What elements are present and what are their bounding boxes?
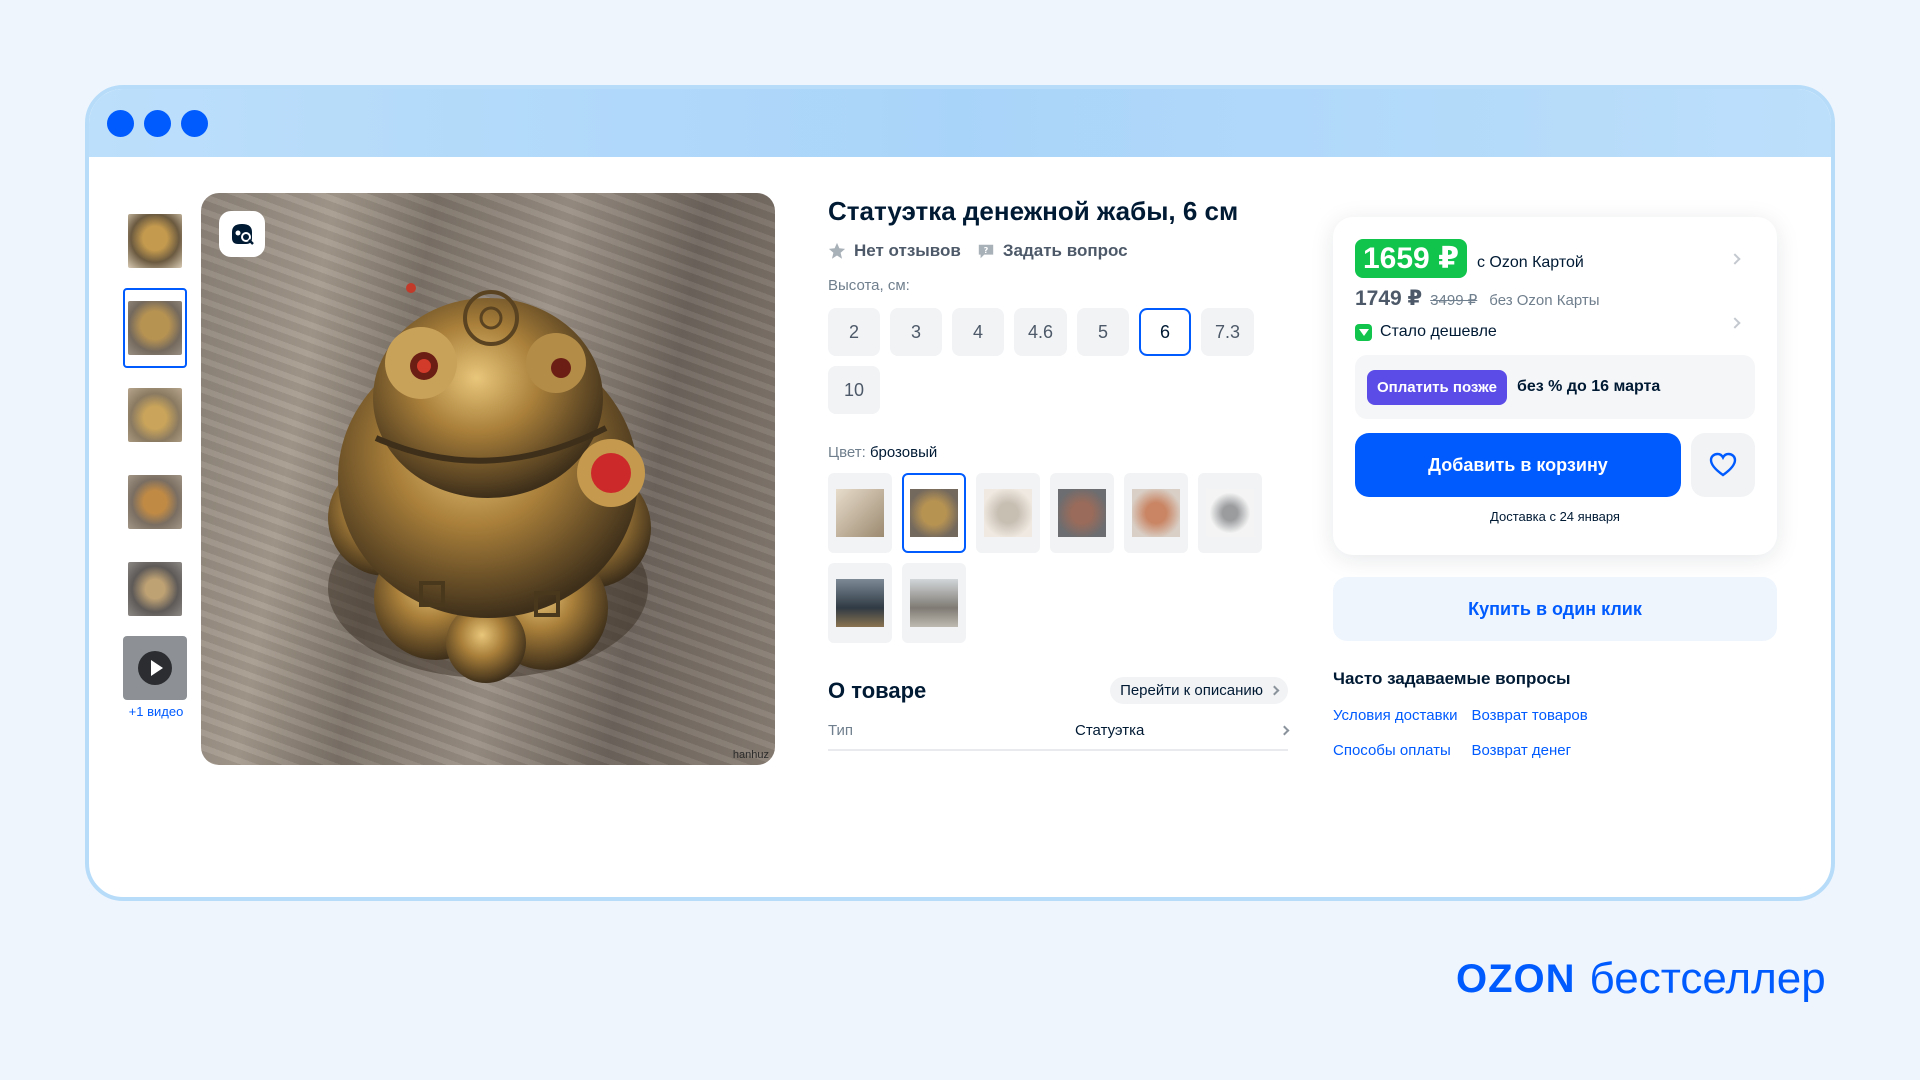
color-swatch-3[interactable] — [976, 473, 1040, 553]
product-info: Статуэтка денежной жабы, 6 см Нет отзыво… — [828, 193, 1293, 751]
about-title: О товаре — [828, 677, 927, 703]
size-option[interactable]: 4 — [952, 308, 1004, 356]
size-option[interactable]: 7.3 — [1201, 308, 1255, 356]
ozon-card-price-row[interactable]: 1659 ₽ с Ozon Картой — [1355, 239, 1755, 278]
color-swatch-1[interactable] — [828, 473, 892, 553]
pay-later-text: без % до 16 марта — [1516, 378, 1661, 395]
color-swatch-5[interactable] — [1124, 473, 1188, 553]
thumbnail-list: +1 видео — [123, 201, 189, 719]
thumbnail-3[interactable] — [123, 375, 187, 455]
faq-link-delivery[interactable]: Условия доставки — [1333, 707, 1457, 724]
video-thumbnail[interactable] — [123, 636, 187, 700]
browser-window: +1 видео hanhuz Статуэтка денежной жабы,… — [85, 85, 1835, 901]
size-option[interactable]: 10 — [828, 366, 880, 414]
color-swatch-6[interactable] — [1198, 473, 1262, 553]
image-search-button[interactable] — [219, 211, 265, 257]
star-icon — [828, 242, 846, 259]
pay-later-block: Оплатить позже без % до 16 марта — [1355, 355, 1755, 419]
go-to-description-button[interactable]: Перейти к описанию — [1110, 677, 1288, 704]
regular-price-caption: без Ozon Карты — [1489, 292, 1600, 309]
thumbnail-1[interactable] — [123, 201, 187, 281]
product-page: +1 видео hanhuz Статуэтка денежной жабы,… — [89, 157, 1831, 897]
price-card: 1659 ₽ с Ozon Картой 1749 ₽ 3499 ₽ без O… — [1333, 217, 1777, 555]
property-key: Тип — [828, 722, 854, 739]
faq-title: Часто задаваемые вопросы — [1333, 669, 1571, 688]
height-label: Высота, см: — [828, 277, 910, 294]
property-row[interactable]: Тип Статуэтка — [828, 722, 1290, 751]
frog-statue-image — [328, 283, 651, 683]
svg-text:?: ? — [984, 245, 989, 255]
window-dot-minimize[interactable] — [144, 109, 171, 137]
buy-one-click-button[interactable]: Купить в один клик — [1333, 577, 1777, 641]
question-bubble-icon: ? — [978, 244, 994, 259]
color-selector — [828, 473, 1268, 643]
ozon-card-caption: с Ozon Картой — [1476, 253, 1584, 271]
faq-link-returns[interactable]: Возврат товаров — [1471, 707, 1587, 724]
ozon-logo: OZON — [1456, 956, 1576, 1001]
pay-later-button[interactable]: Оплатить позже — [1367, 369, 1507, 405]
size-option[interactable]: 5 — [1077, 308, 1130, 356]
window-titlebar — [89, 89, 1831, 157]
size-option[interactable]: 4.6 — [1014, 308, 1068, 356]
delivery-info: Доставка с 24 января — [1490, 509, 1620, 524]
faq-link-payment[interactable]: Способы оплаты — [1333, 742, 1457, 759]
reviews-link[interactable]: Нет отзывов — [828, 241, 961, 261]
product-meta: Нет отзывов ? Задать вопрос — [828, 241, 1293, 261]
color-swatch-8[interactable] — [902, 563, 966, 643]
thumbnail-5[interactable] — [123, 549, 187, 629]
color-value: брозовый — [869, 444, 938, 461]
color-swatch-7[interactable] — [828, 563, 892, 643]
brand-tagline: бестселлер — [1589, 954, 1826, 1003]
regular-price-row: 1749 ₽ 3499 ₽ без Ozon Карты — [1355, 286, 1755, 311]
brand-logo: OZON бестселлер — [1456, 954, 1826, 1004]
chevron-right-icon — [1729, 317, 1741, 329]
price-drop-row[interactable]: Стало дешевле — [1355, 317, 1755, 341]
chevron-right-icon — [1279, 725, 1290, 736]
ask-question-link[interactable]: ? Задать вопрос — [977, 241, 1128, 261]
thumbnail-2[interactable] — [123, 288, 187, 368]
heart-icon — [1709, 452, 1737, 477]
chevron-right-icon — [1729, 253, 1741, 265]
size-option[interactable]: 2 — [828, 308, 880, 356]
play-icon — [138, 651, 172, 685]
video-count-link[interactable]: +1 видео — [123, 704, 189, 719]
size-option-selected[interactable]: 6 — [1139, 308, 1192, 356]
color-swatch-4[interactable] — [1050, 473, 1114, 553]
favorite-button[interactable] — [1691, 433, 1755, 497]
image-watermark: hanhuz — [732, 749, 769, 761]
main-product-image[interactable]: hanhuz — [201, 193, 775, 765]
window-dot-close[interactable] — [107, 109, 134, 137]
color-label: Цвет: брозовый — [828, 444, 938, 461]
regular-price: 1749 ₽ — [1355, 287, 1423, 310]
arrow-down-icon — [1355, 323, 1372, 341]
faq-links: Условия доставки Возврат товаров Способы… — [1333, 707, 1588, 759]
size-option[interactable]: 3 — [890, 308, 942, 356]
thumbnail-4[interactable] — [123, 462, 187, 542]
faq-link-refund[interactable]: Возврат денег — [1471, 742, 1587, 759]
size-selector: 2 3 4 4.6 5 6 7.3 10 — [828, 308, 1288, 414]
ozon-card-price: 1659 ₽ — [1355, 239, 1467, 278]
about-section-header: О товаре Перейти к описанию — [828, 677, 1288, 704]
cta-row: Добавить в корзину — [1355, 433, 1755, 497]
property-value: Статуэтка — [1075, 722, 1145, 739]
window-dot-maximize[interactable] — [181, 109, 208, 137]
old-price: 3499 ₽ — [1430, 292, 1478, 309]
product-title: Статуэтка денежной жабы, 6 см — [828, 196, 1239, 226]
add-to-cart-button[interactable]: Добавить в корзину — [1355, 433, 1681, 497]
image-search-icon — [232, 224, 254, 245]
color-swatch-2[interactable] — [902, 473, 966, 553]
chevron-right-icon — [1269, 685, 1280, 696]
